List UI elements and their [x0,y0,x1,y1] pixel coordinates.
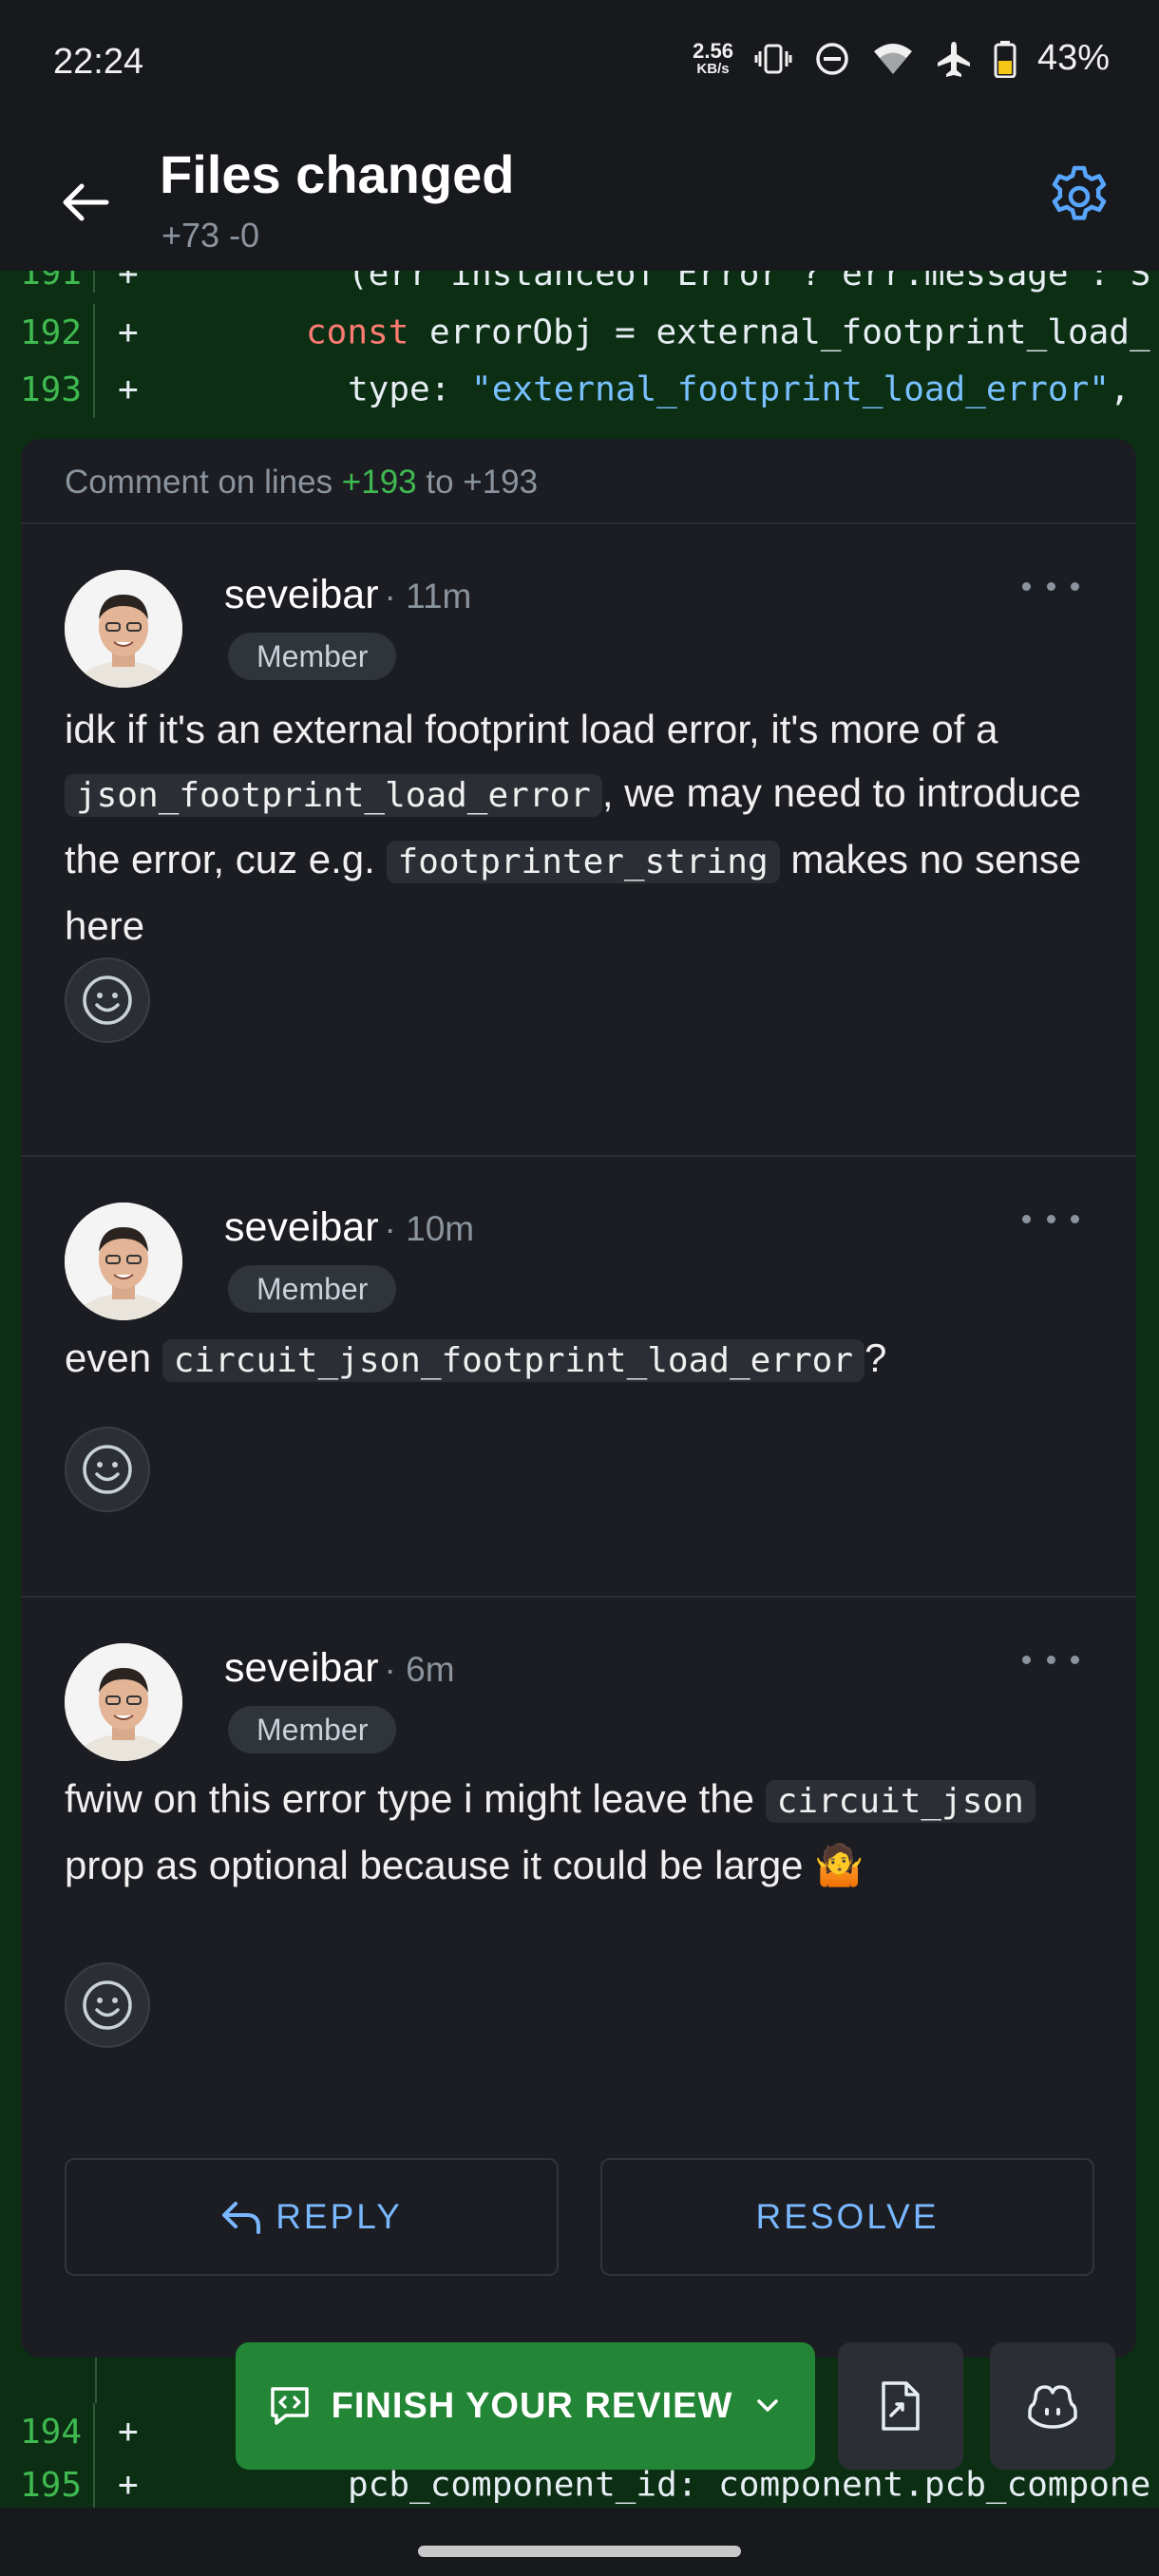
add-reaction-button[interactable] [65,1962,150,2048]
comment: seveibar · 6m Member fwiw on this error t… [21,1598,1136,2130]
inline-code: json_footprint_load_error [65,774,602,817]
gutter-divider [95,2358,97,2403]
body-text: even [65,1335,162,1380]
gear-icon[interactable] [1045,162,1113,231]
code-text: type: "external_footprint_load_error", [348,370,1130,409]
header-overlap [0,249,1159,271]
airplane-icon [937,41,970,77]
comment-author[interactable]: seveibar · 6m [224,1645,455,1692]
diff-sign: + [118,313,139,352]
line-number: 194 [0,2403,95,2460]
header-to-line: +193 [463,464,539,501]
reply-icon [222,2202,261,2234]
avatar[interactable] [65,1643,182,1761]
comment-code-icon [270,2387,309,2425]
author-name[interactable]: seveibar [224,1204,379,1250]
comment-time: · 11m [384,577,472,616]
battery-percent: 43% [1036,38,1110,78]
member-badge: Member [228,633,397,680]
status-bar: 22:24 2.56 KB/s 43% [0,0,1159,128]
copilot-icon [1028,2385,1077,2429]
header-prefix: Comment on lines [65,464,342,501]
dnd-icon [816,42,848,75]
body-text: prop as optional because it could be lar… [65,1843,864,1887]
status-time: 22:24 [53,42,144,82]
avatar[interactable] [65,570,182,688]
comment-body: idk if it's an external footprint load e… [65,697,1100,957]
header-from-line: +193 [341,464,417,501]
battery-icon [994,40,1016,78]
net-speed: 2.56 KB/s [693,39,733,77]
line-number: 193 [0,361,95,418]
member-badge: Member [228,1706,397,1753]
comment-body: even circuit_json_footprint_load_error? [65,1326,1100,1392]
finish-review-button[interactable]: FINISH YOUR REVIEW [236,2342,815,2470]
comment-time: · 10m [384,1209,475,1248]
diff-sign: + [118,2465,139,2505]
avatar[interactable] [65,1203,182,1320]
body-text: idk if it's an external footprint load e… [65,707,998,751]
code-suffix: , [1109,369,1130,409]
file-diff-icon [882,2381,920,2431]
comment-author[interactable]: seveibar · 10m [224,1204,474,1251]
smiley-icon [83,975,132,1025]
more-options-icon[interactable] [1022,1645,1079,1674]
header-mid: to [416,464,464,501]
code-rest: errorObj = external_footprint_load_ [408,313,1150,352]
status-icons: 2.56 KB/s 43% [693,38,1110,79]
wifi-icon [873,43,912,74]
code-prefix: type: [348,369,472,409]
code-keyword: const [306,313,409,352]
net-speed-value: 2.56 [693,39,733,63]
author-name[interactable]: seveibar [224,1645,379,1691]
file-diff-button[interactable] [838,2342,963,2470]
add-reaction-button[interactable] [65,1427,150,1512]
comment-author[interactable]: seveibar · 11m [224,572,471,618]
resolve-button[interactable]: RESOLVE [600,2158,1094,2276]
add-reaction-button[interactable] [65,957,150,1043]
comment: seveibar · 10m Member even circuit_json_f… [21,1157,1136,1598]
line-number: 192 [0,304,95,361]
finish-review-label: FINISH YOUR REVIEW [331,2385,733,2426]
chevron-down-icon [757,2399,779,2412]
reply-button[interactable]: REPLY [65,2158,559,2276]
resolve-label: RESOLVE [755,2197,940,2236]
system-nav-area [0,2508,1159,2576]
comment: seveibar · 11m Member idk if it's an exte… [21,524,1136,1157]
code-text: pcb_component_id: component.pcb_compone [348,2465,1151,2505]
net-speed-unit: KB/s [696,61,730,77]
code-string: "external_footprint_load_error" [471,369,1110,409]
diff-sign: + [118,369,139,409]
smiley-icon [83,1980,132,2030]
inline-code: footprinter_string [386,841,780,883]
copilot-button[interactable] [990,2342,1115,2470]
member-badge: Member [228,1265,397,1313]
diff-sign: + [118,2412,139,2452]
thread-header: Comment on lines +193 to +193 [21,439,1136,524]
thread-header-text: Comment on lines +193 to +193 [65,464,538,502]
inline-code: circuit_json_footprint_load_error [162,1339,864,1382]
more-options-icon[interactable] [1022,572,1079,600]
inline-code: circuit_json [765,1780,1036,1823]
page-title: Files changed [160,144,515,204]
code-text: const errorObj = external_footprint_load… [306,313,1150,352]
vibrate-icon [754,44,792,73]
diff-line: 193 + type: "external_footprint_load_err… [0,361,1159,418]
review-thread: Comment on lines +193 to +193 seveibar · … [21,439,1136,2358]
body-text: ? [864,1335,887,1380]
gesture-handle[interactable] [418,2546,741,2557]
smiley-icon [83,1445,132,1494]
more-options-icon[interactable] [1022,1204,1079,1233]
author-name[interactable]: seveibar [224,572,379,617]
line-number: 195 [0,2460,95,2510]
reply-label: REPLY [276,2197,403,2236]
comment-body: fwiw on this error type i might leave th… [65,1767,1100,1897]
body-text: fwiw on this error type i might leave th… [65,1776,766,1821]
diff-line: 192 + const errorObj = external_footprin… [0,304,1159,361]
back-arrow-icon[interactable] [57,174,114,231]
comment-time: · 6m [384,1650,455,1689]
